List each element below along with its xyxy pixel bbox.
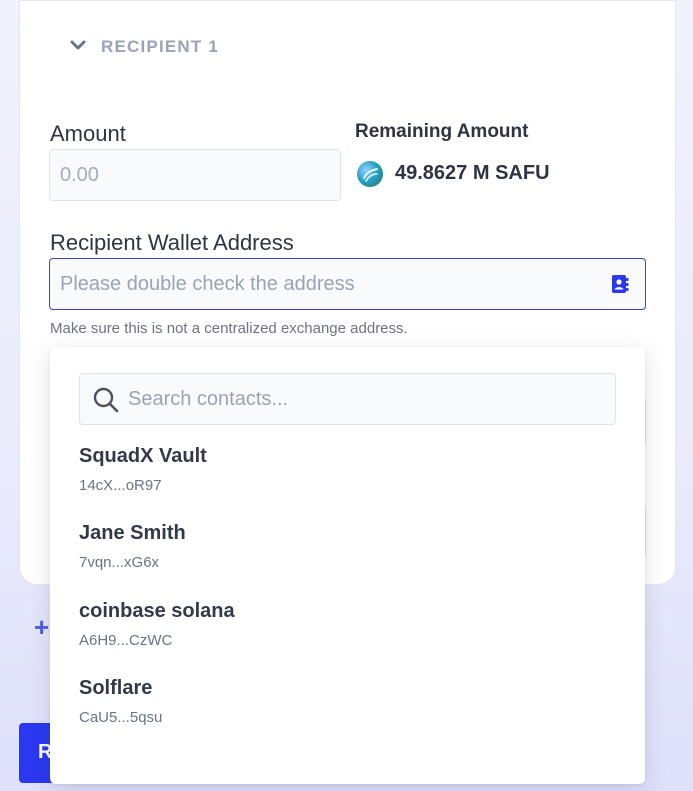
amount-input[interactable] — [49, 149, 341, 201]
contact-address: A6H9...CzWC — [79, 632, 173, 649]
contact-item-squadx-vault[interactable]: SquadX Vault 14cX...oR97 — [79, 445, 599, 511]
contacts-search-box — [79, 373, 616, 425]
contact-name: Jane Smith — [79, 522, 186, 544]
contact-item-jane-smith[interactable]: Jane Smith 7vqn...xG6x — [79, 522, 599, 588]
contact-address: CaU5...5qsu — [79, 709, 163, 726]
contact-name: Solflare — [79, 677, 153, 699]
safu-token-icon — [357, 161, 383, 187]
remaining-amount-value: 49.8627 M SAFU — [395, 162, 550, 184]
add-recipient-button[interactable]: + — [34, 612, 49, 643]
contact-address: 14cX...oR97 — [79, 477, 162, 494]
contact-item-coinbase-solana[interactable]: coinbase solana A6H9...CzWC — [79, 600, 599, 666]
remaining-amount-label: Remaining Amount — [355, 121, 529, 142]
contact-name: SquadX Vault — [79, 445, 207, 467]
contacts-search-input[interactable] — [128, 374, 608, 424]
contact-book-icon[interactable] — [610, 274, 630, 294]
recipient-address-input[interactable] — [49, 258, 646, 310]
recipient-title: RECIPIENT 1 — [101, 37, 220, 56]
chevron-down-icon[interactable] — [68, 38, 88, 54]
search-icon — [93, 387, 119, 413]
amount-label: Amount — [50, 121, 126, 146]
address-hint: Make sure this is not a centralized exch… — [50, 320, 408, 337]
contact-item-solflare[interactable]: Solflare CaU5...5qsu — [79, 677, 599, 743]
contact-address: 7vqn...xG6x — [79, 554, 160, 571]
address-label: Recipient Wallet Address — [50, 230, 294, 255]
contacts-dropdown: SquadX Vault 14cX...oR97 Jane Smith 7vqn… — [50, 347, 645, 784]
contact-name: coinbase solana — [79, 600, 235, 622]
